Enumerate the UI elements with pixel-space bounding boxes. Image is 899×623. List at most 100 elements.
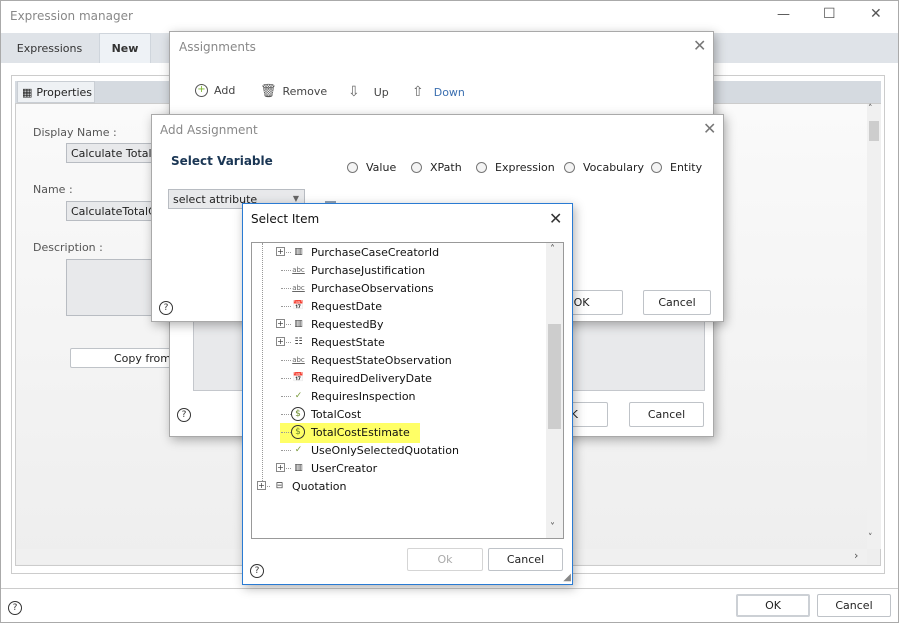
help-icon[interactable]: ?	[250, 564, 264, 578]
scroll-up-icon[interactable]: ˄	[868, 104, 873, 114]
entity-icon: ⊟	[275, 481, 284, 491]
assignments-title: Assignments	[179, 40, 256, 54]
tree-scrollbar-thumb[interactable]	[548, 324, 561, 429]
expand-icon[interactable]: +	[276, 337, 285, 346]
maximize-button[interactable]: ☐	[823, 6, 836, 22]
scroll-down-icon[interactable]: ˅	[550, 522, 555, 533]
assignments-cancel-button[interactable]: Cancel	[629, 402, 704, 427]
tree-item[interactable]: RequiredDeliveryDate	[311, 369, 432, 387]
radio-xpath[interactable]: XPath	[411, 161, 462, 174]
item-tree[interactable]: ˄ ˅ + ▥ PurchaseCaseCreatorId abc PurchaseJu…	[251, 242, 564, 539]
help-icon[interactable]: ?	[8, 601, 22, 615]
text-icon: abc	[292, 284, 305, 292]
expand-icon[interactable]: +	[276, 463, 285, 472]
close-icon[interactable]: ✕	[703, 121, 716, 137]
tree-item[interactable]: TotalCostEstimate	[311, 423, 410, 441]
tree-line	[262, 243, 263, 483]
tree-item-label: PurchaseJustification	[311, 263, 426, 277]
tree-item[interactable]: PurchaseJustification	[311, 261, 425, 279]
text-icon: abc	[292, 266, 305, 274]
entity-ref-icon: ▥	[294, 463, 303, 473]
tree-item-label: Quotation	[292, 479, 347, 493]
radio-label: XPath	[430, 161, 462, 174]
vertical-scrollbar-thumb[interactable]	[869, 121, 879, 141]
expand-icon[interactable]: +	[276, 247, 285, 256]
tree-item[interactable]: RequestDate	[311, 297, 382, 315]
scroll-up-icon[interactable]: ˄	[550, 244, 555, 255]
tree-item-label: RequiredDeliveryDate	[311, 371, 432, 385]
select-item-dialog: Select Item ✕ ˄ ˅ + ▥ PurchaseCaseCreatorI…	[242, 203, 573, 585]
vertical-scrollbar[interactable]	[867, 104, 881, 549]
tree-item[interactable]: Quotation	[292, 477, 346, 495]
resize-grip-icon[interactable]: ◢	[563, 572, 571, 583]
tree-connector	[281, 414, 291, 415]
tree-connector	[281, 270, 291, 271]
select-variable-label: Select Variable	[171, 154, 273, 168]
arrow-down-icon: ⇩	[348, 84, 360, 100]
tree-item-label: PurchaseObservations	[311, 281, 434, 295]
text-icon: abc	[292, 356, 305, 364]
tab-expressions[interactable]: Expressions	[1, 33, 98, 63]
trash-icon: 🗑	[260, 84, 277, 99]
tree-item[interactable]: RequestedBy	[311, 315, 384, 333]
radio-expression[interactable]: Expression	[476, 161, 555, 174]
tree-item[interactable]: RequestState	[311, 333, 385, 351]
ok-button[interactable]: OK	[736, 594, 810, 617]
tab-new[interactable]: New	[99, 33, 151, 63]
minimize-button[interactable]: —	[777, 7, 790, 22]
boolean-icon: ✓	[294, 445, 303, 455]
select-item-cancel-button[interactable]: Cancel	[488, 548, 563, 571]
tree-item[interactable]: RequestStateObservation	[311, 351, 452, 369]
expand-icon[interactable]: +	[276, 319, 285, 328]
list-icon: ☷	[294, 337, 303, 347]
help-icon[interactable]: ?	[177, 408, 191, 422]
chevron-down-icon: ▼	[292, 194, 299, 203]
down-button[interactable]: ⇧ Down	[412, 84, 465, 100]
tree-item-label: RequestState	[311, 335, 385, 349]
date-icon: 📅	[292, 373, 305, 383]
tree-item[interactable]: PurchaseCaseCreatorId	[311, 243, 439, 261]
currency-icon: $	[291, 407, 305, 421]
close-icon[interactable]: ✕	[549, 211, 562, 227]
select-item-ok-button[interactable]: Ok	[407, 548, 483, 571]
radio-label: Value	[366, 161, 397, 174]
tree-item[interactable]: UserCreator	[311, 459, 377, 477]
add-button[interactable]: + Add	[195, 84, 235, 97]
add-icon: +	[195, 84, 208, 97]
select-item-title: Select Item	[251, 212, 320, 226]
radio-label: Entity	[670, 161, 703, 174]
description-label: Description :	[33, 241, 103, 254]
copy-from-button[interactable]: Copy from	[70, 348, 180, 368]
remove-button[interactable]: 🗑 Remove	[260, 84, 327, 99]
scroll-right-icon[interactable]: ›	[854, 549, 858, 562]
scroll-down-icon[interactable]: ˅	[868, 533, 873, 543]
down-label: Down	[433, 85, 465, 99]
close-icon[interactable]: ✕	[693, 38, 706, 54]
tab-properties[interactable]: ▦ Properties	[17, 81, 95, 103]
radio-value[interactable]: Value	[347, 161, 396, 174]
cancel-button[interactable]: Cancel	[817, 594, 891, 617]
window-title: Expression manager	[10, 9, 133, 23]
radio-vocabulary[interactable]: Vocabulary	[564, 161, 644, 174]
properties-icon: ▦	[22, 85, 33, 99]
tree-item[interactable]: PurchaseObservations	[311, 279, 434, 297]
tree-item-label: UserCreator	[311, 461, 378, 475]
tree-item[interactable]: UseOnlySelectedQuotation	[311, 441, 459, 459]
close-button[interactable]: ✕	[870, 6, 882, 22]
add-assignment-cancel-button[interactable]: Cancel	[643, 290, 711, 315]
tree-connector	[281, 360, 291, 361]
help-icon[interactable]: ?	[159, 301, 173, 315]
tree-item[interactable]: TotalCost	[311, 405, 361, 423]
add-assignment-title: Add Assignment	[160, 123, 258, 137]
tab-properties-label: Properties	[36, 85, 92, 99]
tree-connector	[281, 306, 291, 307]
radio-entity[interactable]: Entity	[651, 161, 702, 174]
tree-connector	[281, 450, 291, 451]
up-button[interactable]: ⇩ Up	[348, 84, 389, 100]
display-name-label: Display Name :	[33, 126, 117, 139]
radio-label: Expression	[495, 161, 555, 174]
tree-item[interactable]: RequiresInspection	[311, 387, 416, 405]
tree-connector	[281, 288, 291, 289]
expand-icon[interactable]: +	[257, 481, 266, 490]
name-label: Name :	[33, 183, 73, 196]
